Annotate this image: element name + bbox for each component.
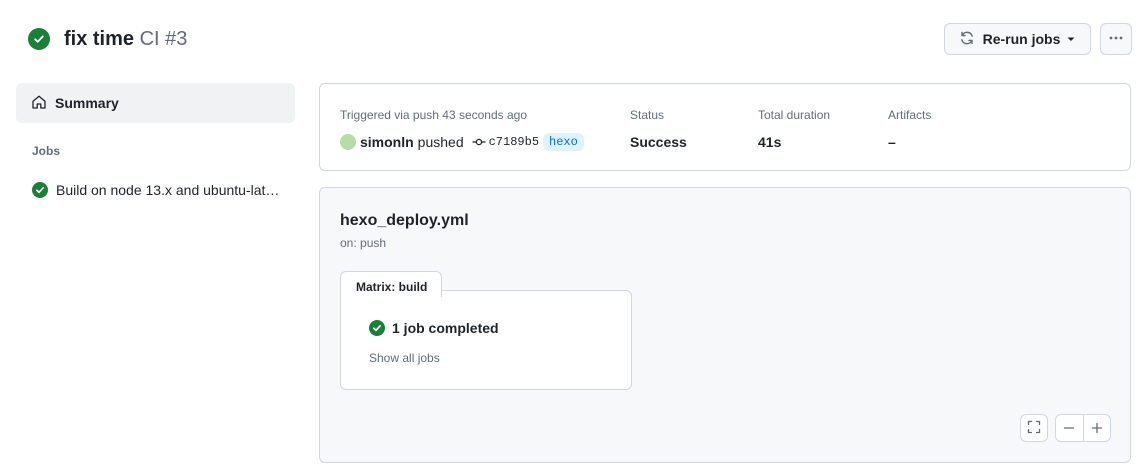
status-column: Status Success: [630, 107, 687, 152]
home-icon: [31, 94, 47, 113]
run-title: fix time: [64, 28, 135, 50]
kebab-horizontal-icon: [1108, 30, 1124, 49]
artifacts-label: Artifacts: [888, 108, 932, 122]
sidebar-summary-label: Summary: [55, 95, 119, 111]
branch-badge[interactable]: hexo: [543, 133, 584, 151]
success-check-icon: [28, 28, 50, 50]
rerun-jobs-label: Re-run jobs: [982, 31, 1061, 47]
workflow-graph: hexo_deploy.yml on: push Matrix: build 1…: [319, 187, 1131, 463]
status-value: Success: [630, 134, 687, 150]
workflow-trigger: on: push: [340, 236, 387, 250]
artifacts-column: Artifacts –: [888, 107, 931, 152]
action-text: pushed: [417, 134, 464, 150]
sidebar-item-summary[interactable]: Summary: [16, 83, 295, 123]
sync-icon: [959, 30, 975, 49]
duration-column: Total duration 41s: [758, 107, 830, 152]
matrix-tab: Matrix: build: [340, 271, 442, 297]
sidebar-job-label: Build on node 13.x and ubuntu-latest: [56, 182, 282, 198]
zoom-out-button[interactable]: [1056, 415, 1083, 441]
workflow-file-name[interactable]: hexo_deploy.yml: [340, 212, 469, 230]
commit-sha: c7189b5: [488, 135, 540, 149]
jobs-heading: Jobs: [32, 144, 61, 158]
show-all-jobs-link[interactable]: Show all jobs: [369, 351, 440, 365]
success-check-icon: [32, 182, 48, 198]
fit-to-screen-button[interactable]: [1020, 414, 1048, 442]
matrix-box: 1 job completed Show all jobs: [340, 290, 632, 390]
sidebar-item-job[interactable]: Build on node 13.x and ubuntu-latest: [32, 182, 292, 198]
matrix-status-label: 1 job completed: [392, 320, 499, 336]
more-actions-button[interactable]: [1100, 23, 1132, 55]
matrix-status: 1 job completed: [369, 320, 499, 336]
status-label: Status: [630, 108, 665, 122]
success-check-icon: [369, 320, 385, 336]
plus-icon: [1091, 422, 1103, 434]
commit-link[interactable]: c7189b5: [472, 132, 539, 152]
trigger-column: Triggered via push 43 seconds ago simonl…: [340, 107, 584, 152]
actor-link[interactable]: simonln: [360, 132, 414, 152]
run-summary-card: Triggered via push 43 seconds ago simonl…: [319, 83, 1131, 171]
duration-value: 41s: [758, 134, 782, 150]
page-title: fix time CI #3: [64, 26, 187, 52]
trigger-label: Triggered via push 43 seconds ago: [340, 108, 528, 122]
run-header: fix time CI #3: [28, 26, 187, 52]
duration-label: Total duration: [758, 108, 831, 122]
run-subtitle: CI #3: [139, 28, 188, 50]
trigger-value: simonln pushed c7189b5 hexo: [340, 132, 584, 152]
git-commit-icon: [472, 138, 486, 146]
rerun-jobs-button[interactable]: Re-run jobs: [944, 23, 1091, 55]
artifacts-value: –: [888, 134, 896, 150]
avatar[interactable]: [340, 134, 356, 150]
zoom-controls: [1055, 414, 1111, 442]
zoom-in-button[interactable]: [1082, 415, 1110, 441]
caret-down-icon: [1066, 31, 1076, 47]
minus-icon: [1064, 427, 1075, 429]
screen-full-icon: [1027, 420, 1041, 437]
